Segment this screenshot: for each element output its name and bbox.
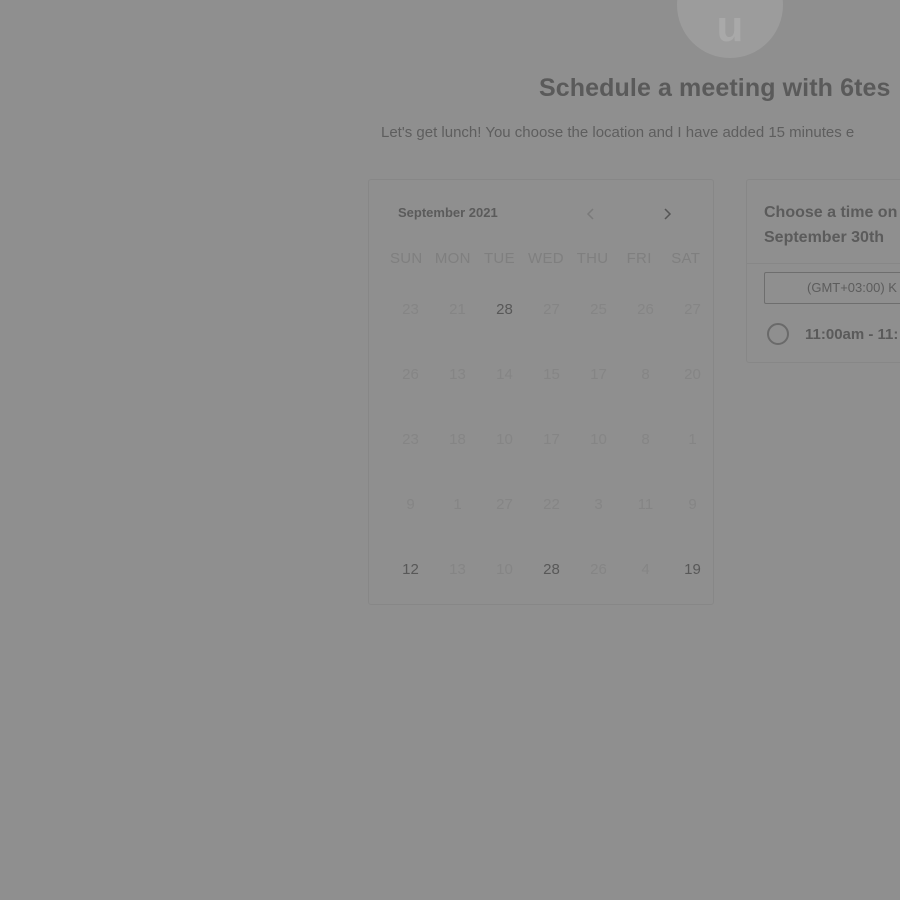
calendar-day[interactable]: 19 xyxy=(669,560,716,625)
weekday-label: SAT xyxy=(671,250,701,267)
time-heading-line1: Choose a time on xyxy=(764,204,898,221)
calendar-day: 15 xyxy=(543,366,560,383)
calendar-panel: September 2021 SUN MON TUE WED THU FRI SAT 23 2… xyxy=(368,179,714,605)
month-label: September 2021 xyxy=(398,205,498,220)
calendar-day: 13 xyxy=(449,561,466,578)
calendar-day: 10 xyxy=(590,431,607,448)
day-grid: 23 21 28 27 25 26 27 26 13 14 15 17 8 20 23 18 10 17 10 8 1 9… xyxy=(387,300,715,625)
weekday-label: TUE xyxy=(483,250,515,267)
calendar-day: 3 xyxy=(594,496,603,513)
calendar-day: 14 xyxy=(496,366,513,383)
calendar-day: 17 xyxy=(590,366,607,383)
radio-button[interactable] xyxy=(767,323,789,345)
calendar-day: 22 xyxy=(543,496,560,513)
calendar-day[interactable]: 12 xyxy=(387,560,434,625)
next-month-button[interactable] xyxy=(657,204,677,224)
calendar-day: 27 xyxy=(684,301,701,318)
calendar-day: 23 xyxy=(402,431,419,448)
time-heading: Choose a time on September 30th xyxy=(764,200,900,250)
calendar-day: 1 xyxy=(688,431,697,448)
calendar-day: 23 xyxy=(402,301,419,318)
calendar-day: 17 xyxy=(543,431,560,448)
calendar-day: 26 xyxy=(637,301,654,318)
calendar-day[interactable]: 28 xyxy=(528,560,575,625)
calendar-day: 27 xyxy=(496,496,513,513)
weekday-label: SUN xyxy=(389,250,423,267)
calendar-day: 8 xyxy=(641,366,650,383)
weekday-header: SUN MON TUE WED THU FRI SAT xyxy=(383,250,709,267)
chevron-left-icon xyxy=(586,208,594,220)
calendar-day: 27 xyxy=(543,301,560,318)
prev-month-button[interactable] xyxy=(581,204,601,224)
timezone-select[interactable]: (GMT+03:00) K xyxy=(764,272,900,304)
calendar-day: 9 xyxy=(406,496,415,513)
calendar-day: 1 xyxy=(453,496,462,513)
host-avatar: u xyxy=(677,0,783,58)
avatar-initial: u xyxy=(716,2,744,51)
divider xyxy=(747,263,900,264)
calendar-day: 13 xyxy=(449,366,466,383)
time-heading-line2: September 30th xyxy=(764,229,885,246)
weekday-label: WED xyxy=(528,250,564,267)
calendar-day[interactable]: 28 xyxy=(481,300,528,365)
chevron-right-icon xyxy=(664,208,672,220)
time-slot-option[interactable]: 11:00am - 11: xyxy=(767,323,898,345)
meeting-description: Let's get lunch! You choose the location… xyxy=(381,124,855,141)
calendar-day: 10 xyxy=(496,431,513,448)
calendar-day: 21 xyxy=(449,301,466,318)
weekday-label: THU xyxy=(576,250,609,267)
weekday-label: FRI xyxy=(626,250,652,267)
page-title: Schedule a meeting with 6tes xyxy=(539,74,891,102)
calendar-day: 11 xyxy=(637,496,654,513)
calendar-day: 26 xyxy=(402,366,419,383)
calendar-day: 4 xyxy=(641,561,650,578)
calendar-day: 20 xyxy=(684,366,701,383)
time-slot-label: 11:00am - 11: xyxy=(805,325,899,343)
weekday-label: MON xyxy=(434,250,471,267)
calendar-day: 9 xyxy=(688,496,697,513)
calendar-day: 25 xyxy=(590,301,607,318)
calendar-day: 8 xyxy=(641,431,650,448)
calendar-day: 26 xyxy=(590,561,607,578)
calendar-day: 10 xyxy=(496,561,513,578)
time-picker-panel: Choose a time on September 30th (GMT+03:… xyxy=(746,179,900,363)
calendar-day: 18 xyxy=(449,431,466,448)
